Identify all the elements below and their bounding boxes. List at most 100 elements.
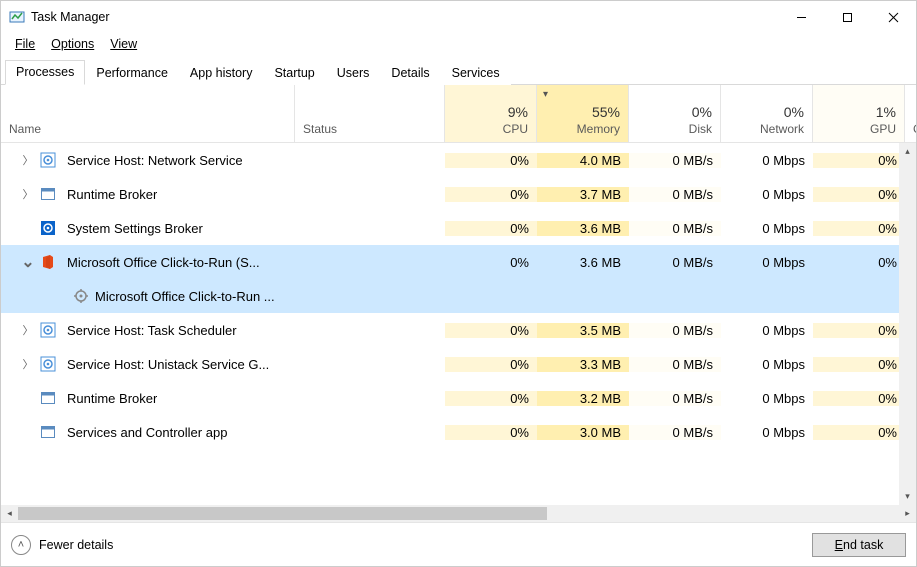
process-row[interactable]: Runtime Broker0%3.2 MB0 MB/s0 Mbps0%	[1, 381, 916, 415]
process-disk: 0 MB/s	[629, 391, 721, 406]
column-memory[interactable]: ▾ 55% Memory	[537, 85, 629, 142]
process-gpu: 0%	[813, 153, 905, 168]
process-row[interactable]: Services and Controller app0%3.0 MB0 MB/…	[1, 415, 916, 449]
scroll-right-icon[interactable]: ▸	[899, 505, 916, 522]
process-name: System Settings Broker	[59, 221, 295, 236]
process-net: 0 Mbps	[721, 357, 813, 372]
column-network[interactable]: 0% Network	[721, 85, 813, 142]
process-net: 0 Mbps	[721, 153, 813, 168]
gear-blue-icon	[37, 356, 59, 372]
tab-services[interactable]: Services	[441, 61, 511, 85]
scroll-left-icon[interactable]: ◂	[1, 505, 18, 522]
process-mem: 3.6 MB	[537, 255, 629, 270]
process-cpu: 0%	[445, 391, 537, 406]
column-name[interactable]: Name	[1, 85, 295, 142]
process-gpu: 0%	[813, 357, 905, 372]
column-extra[interactable]: GI	[905, 85, 916, 142]
process-name: Services and Controller app	[59, 425, 295, 440]
task-manager-window: Task Manager File Options View Processes…	[0, 0, 917, 567]
cog-gray-icon	[73, 288, 89, 304]
minimize-button[interactable]	[778, 1, 824, 33]
menubar: File Options View	[1, 33, 916, 55]
menu-view[interactable]: View	[102, 35, 145, 53]
titlebar: Task Manager	[1, 1, 916, 33]
process-gpu: 0%	[813, 255, 905, 270]
process-row[interactable]: 〉Service Host: Unistack Service G...0%3.…	[1, 347, 916, 381]
gear-blue-icon	[37, 152, 59, 168]
process-cpu: 0%	[445, 221, 537, 236]
maximize-button[interactable]	[824, 1, 870, 33]
chevron-right-icon: 〉	[23, 356, 34, 372]
process-mem: 3.7 MB	[537, 187, 629, 202]
menu-file[interactable]: File	[7, 35, 43, 53]
process-mem: 3.5 MB	[537, 323, 629, 338]
column-status[interactable]: Status	[295, 85, 445, 142]
process-disk: 0 MB/s	[629, 425, 721, 440]
process-gpu: 0%	[813, 391, 905, 406]
process-row[interactable]: ⌄Microsoft Office Click-to-Run (S...0%3.…	[1, 245, 916, 279]
column-headers: Name Status 9% CPU ▾ 55% Memory 0% Disk …	[1, 85, 916, 143]
tab-users[interactable]: Users	[326, 61, 381, 85]
process-name: Microsoft Office Click-to-Run (S...	[59, 255, 295, 270]
process-gpu: 0%	[813, 221, 905, 236]
tab-processes[interactable]: Processes	[5, 60, 85, 85]
horizontal-scrollbar[interactable]: ◂ ▸	[1, 505, 916, 522]
process-row[interactable]: 〉Service Host: Task Scheduler0%3.5 MB0 M…	[1, 313, 916, 347]
gear-blue-icon	[37, 322, 59, 338]
column-disk[interactable]: 0% Disk	[629, 85, 721, 142]
process-name: Service Host: Network Service	[59, 153, 295, 168]
process-cpu: 0%	[445, 323, 537, 338]
process-name: Microsoft Office Click-to-Run ...	[59, 288, 295, 304]
process-mem: 3.6 MB	[537, 221, 629, 236]
tabbar: ProcessesPerformanceApp historyStartupUs…	[1, 55, 916, 85]
chevron-down-icon: ⌄	[21, 252, 34, 272]
window-icon	[37, 186, 59, 202]
expand-toggle[interactable]: 〉	[19, 186, 37, 202]
menu-options[interactable]: Options	[43, 35, 102, 53]
close-button[interactable]	[870, 1, 916, 33]
process-cpu: 0%	[445, 425, 537, 440]
process-cpu: 0%	[445, 153, 537, 168]
process-gpu: 0%	[813, 187, 905, 202]
tab-app-history[interactable]: App history	[179, 61, 264, 85]
end-task-button[interactable]: End task	[812, 533, 906, 557]
expand-toggle[interactable]: 〉	[19, 322, 37, 338]
vertical-scrollbar[interactable]: ▴ ▾	[899, 143, 916, 505]
expand-toggle[interactable]: 〉	[19, 356, 37, 372]
scroll-up-icon[interactable]: ▴	[899, 143, 916, 160]
process-mem: 3.2 MB	[537, 391, 629, 406]
process-name: Service Host: Task Scheduler	[59, 323, 295, 338]
gear-solid-icon	[37, 220, 59, 236]
column-cpu[interactable]: 9% CPU	[445, 85, 537, 142]
window-icon	[37, 424, 59, 440]
process-net: 0 Mbps	[721, 221, 813, 236]
scroll-down-icon[interactable]: ▾	[899, 488, 916, 505]
expand-toggle[interactable]: 〉	[19, 152, 37, 168]
process-row[interactable]: 〉Service Host: Network Service0%4.0 MB0 …	[1, 143, 916, 177]
process-net: 0 Mbps	[721, 391, 813, 406]
process-mem: 3.0 MB	[537, 425, 629, 440]
tab-performance[interactable]: Performance	[85, 61, 179, 85]
tab-details[interactable]: Details	[380, 61, 440, 85]
hscroll-thumb[interactable]	[18, 507, 547, 520]
process-gpu: 0%	[813, 323, 905, 338]
process-name: Service Host: Unistack Service G...	[59, 357, 295, 372]
process-cpu: 0%	[445, 255, 537, 270]
tab-startup[interactable]: Startup	[263, 61, 325, 85]
process-row[interactable]: System Settings Broker0%3.6 MB0 MB/s0 Mb…	[1, 211, 916, 245]
process-child-row[interactable]: Microsoft Office Click-to-Run ...	[1, 279, 916, 313]
footer: ˄ Fewer details End task	[1, 522, 916, 566]
process-cpu: 0%	[445, 357, 537, 372]
chevron-right-icon: 〉	[23, 186, 34, 202]
process-disk: 0 MB/s	[629, 323, 721, 338]
fewer-details-button[interactable]: ˄ Fewer details	[11, 535, 113, 555]
process-name: Runtime Broker	[59, 187, 295, 202]
process-gpu: 0%	[813, 425, 905, 440]
process-disk: 0 MB/s	[629, 153, 721, 168]
process-disk: 0 MB/s	[629, 357, 721, 372]
process-mem: 3.3 MB	[537, 357, 629, 372]
collapse-toggle[interactable]: ⌄	[19, 252, 37, 272]
process-rows: 〉Service Host: Network Service0%4.0 MB0 …	[1, 143, 916, 505]
process-row[interactable]: 〉Runtime Broker0%3.7 MB0 MB/s0 Mbps0%	[1, 177, 916, 211]
column-gpu[interactable]: 1% GPU	[813, 85, 905, 142]
